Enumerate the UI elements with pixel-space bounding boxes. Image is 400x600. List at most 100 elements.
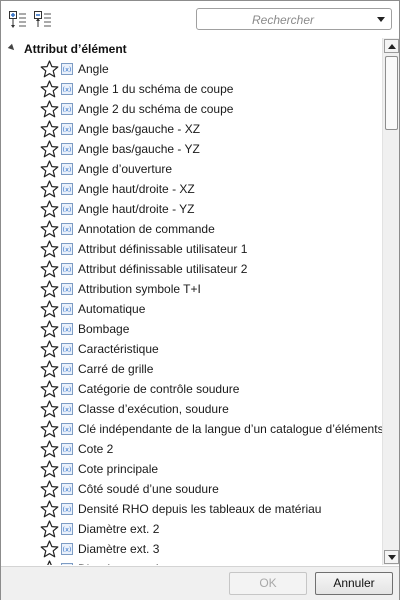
- star-outline-icon[interactable]: [40, 440, 59, 458]
- tree-item[interactable]: (x) Densité RHO depuis les tableaux de ma…: [2, 499, 382, 519]
- attribute-variable-icon: (x): [61, 123, 73, 135]
- tree-item[interactable]: (x) Angle 2 du schéma de coupe: [2, 99, 382, 119]
- sort-ascending-button[interactable]: [8, 10, 28, 30]
- star-outline-icon[interactable]: [40, 160, 59, 178]
- star-outline-icon[interactable]: [40, 320, 59, 338]
- star-outline-icon[interactable]: [40, 300, 59, 318]
- star-outline-icon[interactable]: [40, 260, 59, 278]
- star-outline-icon[interactable]: [40, 520, 59, 538]
- attribute-variable-icon: (x): [61, 503, 73, 515]
- tree-item-label: Diamètre ext. 3: [78, 542, 160, 556]
- tree-item[interactable]: (x) Clé indépendante de la langue d’un ca…: [2, 419, 382, 439]
- attribute-variable-icon: (x): [61, 283, 73, 295]
- attribute-variable-icon: (x): [61, 203, 73, 215]
- star-outline-icon[interactable]: [40, 100, 59, 118]
- tree-item-label: Densité RHO depuis les tableaux de matér…: [78, 502, 322, 516]
- tree-item-label: Cote principale: [78, 462, 159, 476]
- svg-text:(x): (x): [63, 206, 72, 214]
- star-outline-icon[interactable]: [40, 560, 59, 565]
- tree-item[interactable]: (x) Attribut définissable utilisateur 2: [2, 259, 382, 279]
- scroll-down-button[interactable]: [384, 550, 399, 564]
- star-outline-icon[interactable]: [40, 120, 59, 138]
- star-outline-icon[interactable]: [40, 60, 59, 78]
- tree-item-label: Angle haut/droite - YZ: [78, 202, 195, 216]
- star-outline-icon[interactable]: [40, 500, 59, 518]
- svg-text:(x): (x): [63, 246, 72, 254]
- tree-item[interactable]: (x) Angle d’ouverture: [2, 159, 382, 179]
- star-outline-icon[interactable]: [40, 220, 59, 238]
- star-outline-icon[interactable]: [40, 180, 59, 198]
- tree-item[interactable]: (x) Cote 2: [2, 439, 382, 459]
- group-label: Attribut d’élément: [24, 42, 127, 56]
- tree-item[interactable]: (x) Angle 1 du schéma de coupe: [2, 79, 382, 99]
- attribute-variable-icon: (x): [61, 103, 73, 115]
- tree-item-label: Catégorie de contrôle soudure: [78, 382, 240, 396]
- star-outline-icon[interactable]: [40, 80, 59, 98]
- tree-item[interactable]: (x) Angle bas/gauche - YZ: [2, 139, 382, 159]
- star-outline-icon[interactable]: [40, 480, 59, 498]
- star-outline-icon[interactable]: [40, 380, 59, 398]
- tree-item[interactable]: (x) Diamètre ext. 3: [2, 539, 382, 559]
- star-outline-icon[interactable]: [40, 360, 59, 378]
- tree-item-label: Attribut définissable utilisateur 1: [78, 242, 248, 256]
- tree-item-label: Angle 2 du schéma de coupe: [78, 102, 234, 116]
- attribute-variable-icon: (x): [61, 403, 73, 415]
- chevron-down-icon[interactable]: [377, 17, 385, 22]
- tree-item-label: Angle 1 du schéma de coupe: [78, 82, 234, 96]
- tree-item[interactable]: (x) Diamètre ext. 4: [2, 559, 382, 565]
- svg-text:(x): (x): [63, 366, 72, 374]
- star-outline-icon[interactable]: [40, 400, 59, 418]
- cancel-button[interactable]: Annuler: [315, 572, 393, 595]
- tree-group-attribut-element[interactable]: Attribut d’élément: [2, 39, 382, 59]
- tree-item[interactable]: (x) Angle bas/gauche - XZ: [2, 119, 382, 139]
- star-outline-icon[interactable]: [40, 420, 59, 438]
- tree-item[interactable]: (x) Attribution symbole T+I: [2, 279, 382, 299]
- star-outline-icon[interactable]: [40, 340, 59, 358]
- ok-button[interactable]: OK: [229, 572, 307, 595]
- svg-text:(x): (x): [63, 166, 72, 174]
- star-outline-icon[interactable]: [40, 200, 59, 218]
- tree-item[interactable]: (x) Angle haut/droite - XZ: [2, 179, 382, 199]
- tree-item[interactable]: (x) Attribut définissable utilisateur 1: [2, 239, 382, 259]
- attribute-variable-icon: (x): [61, 143, 73, 155]
- scroll-up-button[interactable]: [384, 39, 399, 53]
- tree-item[interactable]: (x) Annotation de commande: [2, 219, 382, 239]
- attribute-variable-icon: (x): [61, 83, 73, 95]
- tree-item-label: Carré de grille: [78, 362, 154, 376]
- search-combobox[interactable]: Rechercher: [196, 8, 392, 30]
- tree-item[interactable]: (x) Angle: [2, 59, 382, 79]
- tree-item[interactable]: (x) Carré de grille: [2, 359, 382, 379]
- tree-item[interactable]: (x) Angle haut/droite - YZ: [2, 199, 382, 219]
- svg-text:(x): (x): [63, 326, 72, 334]
- svg-text:(x): (x): [63, 346, 72, 354]
- tree-item-label: Cote 2: [78, 442, 114, 456]
- tree-item[interactable]: (x) Côté soudé d’une soudure: [2, 479, 382, 499]
- scrollbar-thumb[interactable]: [385, 56, 398, 130]
- svg-text:(x): (x): [63, 286, 72, 294]
- attribute-variable-icon: (x): [61, 463, 73, 475]
- tree-item[interactable]: (x) Catégorie de contrôle soudure: [2, 379, 382, 399]
- attribute-picker-dialog: Rechercher Attribut d’élément (x) Angle (x…: [0, 0, 400, 600]
- sort-descending-icon: [33, 10, 53, 30]
- star-outline-icon[interactable]: [40, 540, 59, 558]
- tree-item-label: Attribution symbole T+I: [78, 282, 201, 296]
- svg-text:(x): (x): [63, 226, 72, 234]
- sort-descending-button[interactable]: [33, 10, 53, 30]
- tree-item[interactable]: (x) Bombage: [2, 319, 382, 339]
- attribute-variable-icon: (x): [61, 223, 73, 235]
- tree-item[interactable]: (x) Classe d’exécution, soudure: [2, 399, 382, 419]
- tree-item[interactable]: (x) Automatique: [2, 299, 382, 319]
- star-outline-icon[interactable]: [40, 280, 59, 298]
- tree-item-label: Angle bas/gauche - XZ: [78, 122, 201, 136]
- svg-text:(x): (x): [63, 526, 72, 534]
- tree-item[interactable]: (x) Cote principale: [2, 459, 382, 479]
- tree-item-label: Bombage: [78, 322, 130, 336]
- vertical-scrollbar[interactable]: [382, 38, 399, 565]
- tree-item[interactable]: (x) Diamètre ext. 2: [2, 519, 382, 539]
- star-outline-icon[interactable]: [40, 140, 59, 158]
- expand-collapse-icon[interactable]: [7, 43, 17, 53]
- star-outline-icon[interactable]: [40, 460, 59, 478]
- tree-item-label: Classe d’exécution, soudure: [78, 402, 229, 416]
- tree-item[interactable]: (x) Caractéristique: [2, 339, 382, 359]
- star-outline-icon[interactable]: [40, 240, 59, 258]
